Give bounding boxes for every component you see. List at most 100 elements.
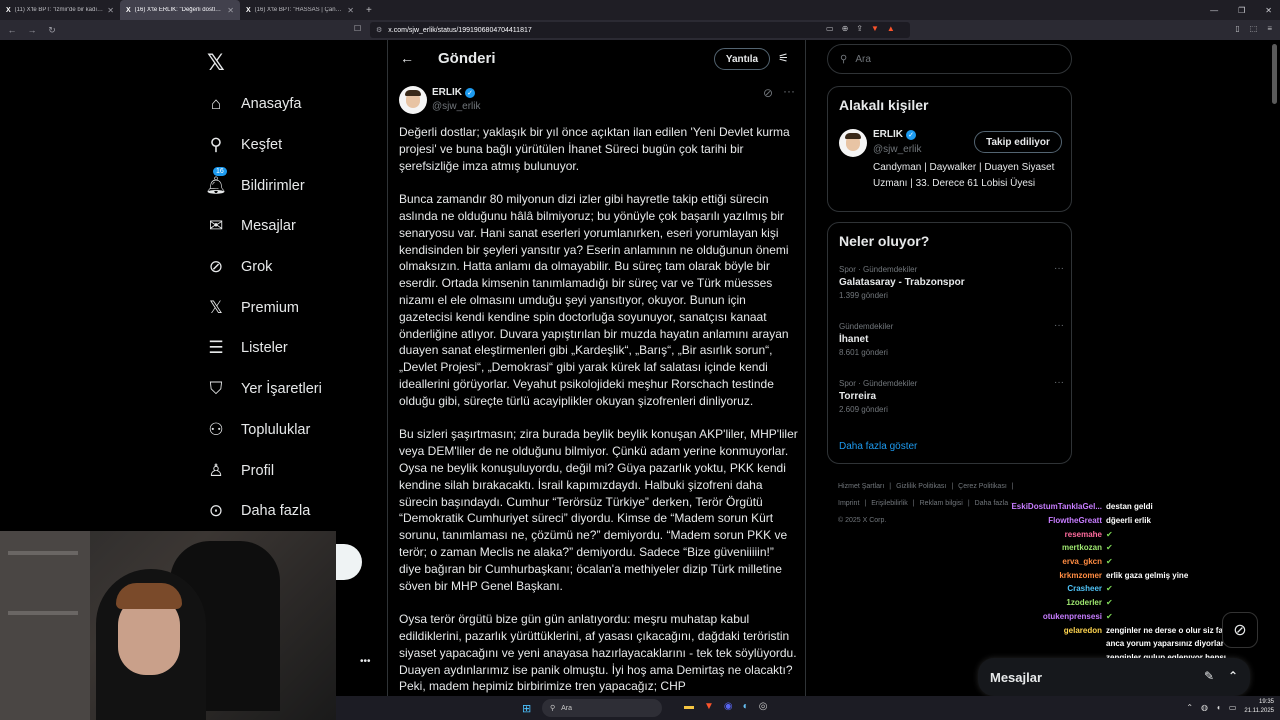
minimize-icon[interactable]: — (1210, 6, 1218, 15)
page-scrollbar[interactable] (1272, 44, 1277, 104)
taskbar-search[interactable]: ⚲ Ara (542, 699, 662, 717)
expand-icon[interactable]: ⌃ (1228, 669, 1238, 683)
post-button[interactable] (334, 544, 362, 580)
search-icon: ⚲ (840, 53, 848, 65)
footer-link[interactable]: Erişilebilirlik (871, 500, 908, 507)
more-circle-icon: ⊙ (208, 501, 224, 521)
nav-item-lists[interactable]: ☰ Listeler (205, 328, 322, 369)
footer-link[interactable]: Çerez Politikası (958, 483, 1007, 490)
author-handle[interactable]: @sjw_erlik (432, 101, 481, 112)
search-input[interactable]: ⚲ Ara (827, 44, 1072, 74)
footer-link[interactable]: Reklam bilgisi (920, 500, 963, 507)
nav-item-home[interactable]: ⌂ Anasayfa (205, 84, 322, 125)
share-icon[interactable]: ⇪ (856, 24, 863, 33)
nav-item-grok[interactable]: ⊘ Grok (205, 247, 322, 288)
footer-link[interactable]: Gizlilik Politikası (896, 483, 946, 490)
post-paragraph: Bunca zamandır 80 milyonun dizi izler gi… (399, 192, 789, 408)
nav-label: Profil (241, 462, 275, 479)
x-logo-icon[interactable]: 𝕏 (207, 50, 225, 76)
nav-item-more[interactable]: ⊙ Daha fazla (205, 491, 322, 532)
sidebar-toggle-icon[interactable]: ▯ (1235, 24, 1239, 33)
battery-icon[interactable]: ▭ (1229, 703, 1237, 712)
trend-more-icon[interactable]: ··· (1054, 320, 1064, 331)
chat-line: Crasheer ✔ (990, 582, 1280, 596)
nav-item-bookmarks[interactable]: ⛉ Yer İşaretleri (205, 369, 322, 410)
volume-icon[interactable]: ◖ (1216, 703, 1221, 712)
footer-separator: | (967, 500, 970, 507)
following-button[interactable]: Takip ediliyor (974, 131, 1062, 153)
file-explorer-icon[interactable]: ▬ (684, 701, 694, 712)
nav-item-explore[interactable]: ⚲ Keşfet (205, 125, 322, 166)
chat-username: krkmzomer (1059, 570, 1102, 580)
new-tab-button[interactable]: + (360, 5, 378, 16)
close-tab-icon[interactable]: ✕ (347, 6, 354, 15)
screenshot-icon[interactable]: ▭ (826, 24, 834, 33)
nav-label: Anasayfa (241, 96, 302, 113)
new-message-icon[interactable]: ✎ (1204, 669, 1214, 683)
chat-line: EskiDostumTanklaGel... destan geldi (990, 500, 1280, 514)
tune-icon[interactable]: ⚟ (778, 51, 789, 65)
brave-shield-icon[interactable]: ▼ (871, 24, 879, 33)
nav-item-profile[interactable]: ♙ Profil (205, 450, 322, 491)
browser-tab-2[interactable]: X(16) X'te ERLIK: "Değerli dostlar; yakl… (120, 0, 240, 20)
back-icon[interactable]: ← (4, 25, 20, 35)
show-more-link[interactable]: Daha fazla göster (839, 441, 917, 452)
close-tab-icon[interactable]: ✕ (107, 6, 114, 15)
browser-navbar: ← → ↻ ☐ ⚙ x.com/sjw_erlik/status/1991906… (0, 20, 1280, 40)
nav-label: Keşfet (241, 137, 283, 154)
related-people-card: Alakalı kişiler ERLIK ✓ @sjw_erlik Takip… (827, 86, 1072, 212)
maximize-icon[interactable]: ❐ (1238, 6, 1245, 15)
avatar-hair (405, 90, 421, 96)
tray-chevron-icon[interactable]: ⌃ (1186, 703, 1193, 712)
nav-item-communities[interactable]: ⚇ Topluluklar (205, 410, 322, 451)
related-name[interactable]: ERLIK ✓ (873, 129, 916, 140)
trend-count: 2.609 gönderi (839, 405, 888, 414)
discord-icon[interactable]: ◉ (724, 701, 733, 712)
back-arrow-icon[interactable]: ← (400, 50, 414, 66)
reload-icon[interactable]: ↻ (44, 25, 60, 36)
trend-category: Spor · Gündemdekiler (839, 379, 918, 388)
search-icon: ⚲ (209, 135, 223, 155)
reply-button[interactable]: Yantıla (714, 48, 770, 70)
account-more-icon[interactable]: ••• (360, 656, 371, 667)
related-avatar[interactable] (839, 129, 867, 157)
nav-item-messages[interactable]: ✉ Mesajlar (205, 206, 322, 247)
trend-item[interactable]: Spor · Gündemdekiler Galatasaray - Trabz… (839, 263, 1064, 300)
zoom-icon[interactable]: ⊕ (842, 24, 849, 33)
more-options-icon[interactable]: ··· (783, 84, 795, 98)
network-icon[interactable]: ◍ (1201, 703, 1208, 712)
clock[interactable]: 19:35 21.11.2025 (1244, 698, 1274, 716)
obs-icon[interactable]: ◎ (759, 701, 768, 712)
footer-link[interactable]: Hizmet Şartları (838, 483, 884, 490)
chat-message: dğeerli erlik (1106, 516, 1151, 526)
trend-item[interactable]: Spor · Gündemdekiler Torreira 2.609 gönd… (839, 377, 1064, 414)
footer-link[interactable]: Imprint (838, 500, 859, 507)
footer-row: Hizmet Şartları | Gizlilik Politikası | Çere… (838, 478, 1068, 495)
menu-icon[interactable]: ≡ (1267, 24, 1272, 33)
close-tab-icon[interactable]: ✕ (227, 6, 234, 15)
trend-more-icon[interactable]: ··· (1054, 377, 1064, 388)
trend-more-icon[interactable]: ··· (1054, 263, 1064, 274)
bookmark-page-icon[interactable]: ☐ (354, 24, 361, 33)
close-window-icon[interactable]: ✕ (1265, 6, 1272, 15)
steam-icon[interactable]: ◐ (743, 701, 749, 712)
chat-line: resemahe ✔ (990, 527, 1280, 541)
brave-browser-icon[interactable]: ▼ (704, 701, 714, 712)
trend-item[interactable]: Gündemdekiler İhanet 8.601 gönderi ··· (839, 320, 1064, 357)
forward-icon[interactable]: → (24, 25, 40, 35)
browser-tab-3[interactable]: X(16) X'te BPT: "HASSAS | Çanakkale'de..… (240, 0, 360, 20)
nav-item-premium[interactable]: 𝕏 Premium (205, 287, 322, 328)
grok-explain-icon[interactable]: ⊘ (763, 86, 773, 100)
windows-start-icon[interactable]: ⊞ (522, 702, 531, 715)
grok-floating-icon[interactable]: ⊘ (1222, 612, 1258, 648)
nav-item-notifications[interactable]: 🔔︎ 16 Bildirimler (205, 165, 322, 206)
author-avatar[interactable] (399, 86, 427, 114)
extensions-icon[interactable]: ⬚ (1250, 24, 1258, 33)
brave-rewards-icon[interactable]: ▲ (887, 24, 895, 33)
author-name[interactable]: ERLIK ✓ (432, 87, 475, 98)
related-handle[interactable]: @sjw_erlik (873, 144, 922, 155)
site-info-icon[interactable]: ⚙ (376, 26, 382, 34)
nav-label: Grok (241, 259, 273, 276)
browser-tab-1[interactable]: X(11) X'te BPT: "İzmir'de bir kadın, ken… (0, 0, 120, 20)
messages-drawer[interactable]: Mesajlar ✎ ⌃ (978, 658, 1250, 696)
